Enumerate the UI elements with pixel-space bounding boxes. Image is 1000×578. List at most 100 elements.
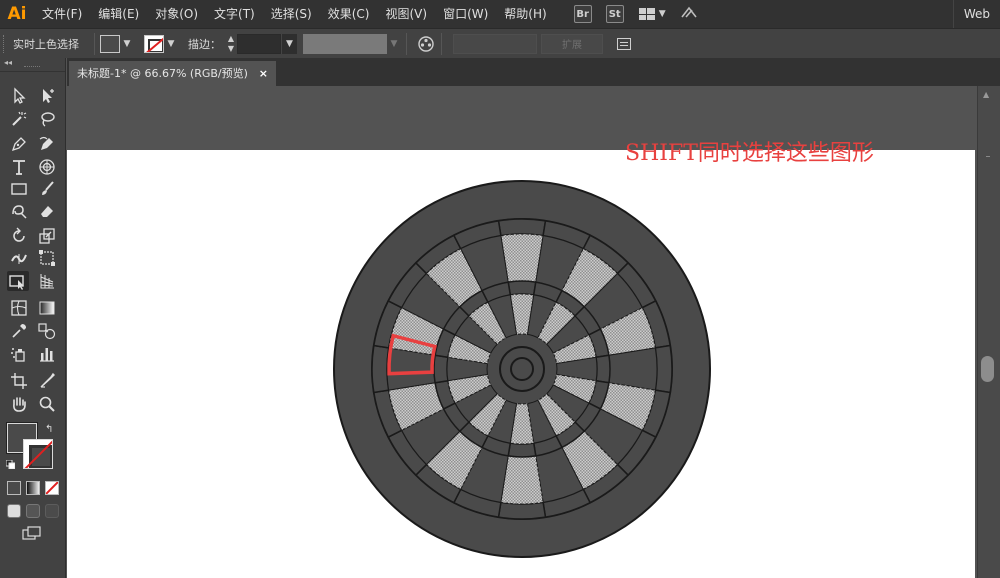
stroke-weight-input[interactable]	[237, 33, 281, 54]
stroke-label: 描边：	[188, 37, 221, 51]
dartboard-group[interactable]	[333, 180, 711, 558]
type-tool-icon[interactable]	[8, 157, 30, 177]
bridge-button[interactable]: Br	[573, 5, 592, 23]
color-mode-row	[7, 481, 59, 495]
selection-tool-icon[interactable]	[8, 86, 30, 106]
paintbrush-tool-icon[interactable]	[36, 179, 58, 199]
scale-tool-icon[interactable]	[36, 226, 58, 246]
tools-panel: ◂◂ ↰	[0, 58, 66, 578]
scrollbar-thumb[interactable]	[981, 356, 994, 382]
double-segment[interactable]	[497, 501, 547, 520]
perspective-grid-tool-icon[interactable]	[36, 271, 58, 291]
gradient-tool-icon[interactable]	[36, 298, 58, 318]
gpu-performance-icon[interactable]	[680, 5, 698, 23]
chevron-down-icon[interactable]: ▼	[164, 35, 178, 53]
scroll-marker	[986, 156, 990, 157]
live-paint-selection-tool-icon[interactable]	[7, 271, 29, 291]
menu-object[interactable]: 对象(O)	[147, 0, 206, 28]
artboard-tool-icon[interactable]	[8, 371, 30, 391]
draw-normal-button[interactable]	[7, 504, 21, 518]
free-transform-tool-icon[interactable]	[36, 248, 58, 268]
double-segment[interactable]	[371, 344, 390, 394]
divider	[94, 32, 95, 55]
fill-swatch[interactable]	[100, 34, 120, 53]
chevron-down-icon[interactable]: ▼	[659, 9, 666, 19]
stroke-weight-stepper[interactable]: ▲ ▼	[225, 34, 237, 54]
triple-segment[interactable]	[595, 354, 611, 384]
double-segment[interactable]	[497, 218, 547, 237]
rectangle-tool-icon[interactable]	[8, 179, 30, 199]
menu-edit[interactable]: 编辑(E)	[90, 0, 147, 28]
eraser-tool-icon[interactable]	[36, 201, 58, 221]
column-graph-tool-icon[interactable]	[36, 344, 58, 364]
chevron-down-icon[interactable]: ▼	[120, 35, 134, 53]
outer-single-segment[interactable]	[608, 347, 658, 391]
menu-file[interactable]: 文件(F)	[34, 0, 90, 28]
draw-behind-button[interactable]	[26, 504, 40, 518]
scroll-up-icon[interactable]: ▲	[983, 90, 989, 99]
menu-select[interactable]: 选择(S)	[263, 0, 320, 28]
chevron-down-icon[interactable]: ▼	[387, 34, 401, 54]
panel-grip[interactable]	[24, 66, 40, 67]
menu-help[interactable]: 帮助(H)	[496, 0, 554, 28]
toolbox-header: ◂◂	[0, 58, 65, 72]
triple-segment[interactable]	[433, 354, 449, 384]
double-segment[interactable]	[654, 344, 673, 394]
close-icon[interactable]: ×	[259, 61, 268, 86]
divider	[406, 32, 407, 55]
zoom-tool-icon[interactable]	[36, 394, 58, 414]
menu-window[interactable]: 窗口(W)	[435, 0, 496, 28]
width-tool-icon[interactable]	[8, 248, 30, 268]
screen-mode-icon[interactable]	[22, 526, 42, 540]
shaper-tool-icon[interactable]	[8, 201, 30, 221]
direct-selection-tool-icon[interactable]	[36, 86, 58, 106]
none-mode-button[interactable]	[45, 481, 59, 495]
canvas-area[interactable]: SHIFT同时选择这些图形	[67, 86, 977, 578]
blend-tool-icon[interactable]	[36, 321, 58, 341]
stock-button[interactable]: St	[605, 5, 624, 23]
menu-effect[interactable]: 效果(C)	[320, 0, 378, 28]
chevron-down-icon[interactable]: ▼	[281, 33, 297, 54]
document-tab[interactable]: 未标题-1* @ 66.67% (RGB/预览) ×	[69, 61, 276, 86]
panel-menu-icon[interactable]	[617, 37, 631, 50]
vertical-scrollbar[interactable]: ▲	[977, 86, 1000, 578]
triple-segment[interactable]	[507, 280, 537, 296]
tool-name-label: 实时上色选择	[13, 37, 79, 51]
pen-tool-icon[interactable]	[8, 134, 30, 154]
recolor-artwork-icon[interactable]	[416, 34, 436, 54]
triple-segment[interactable]	[507, 442, 537, 458]
menu-icon-group: Br St ▼	[567, 5, 698, 23]
workspace-switcher[interactable]: Web	[952, 0, 1000, 28]
swap-fill-stroke-icon[interactable]: ↰	[45, 424, 53, 435]
variable-width-profile[interactable]	[303, 33, 387, 54]
expand-button[interactable]: 扩展	[541, 33, 603, 54]
control-bar: 实时上色选择 ▼ ▼ 描边： ▲ ▼ ▼ ▼ 扩展	[0, 28, 1000, 58]
collapse-icon[interactable]: ◂◂	[4, 58, 12, 67]
stroke-swatch[interactable]	[144, 34, 164, 53]
color-mode-button[interactable]	[7, 481, 21, 495]
draw-inside-button[interactable]	[45, 504, 59, 518]
stroke-color-box[interactable]	[23, 439, 53, 469]
default-colors-icon[interactable]	[6, 460, 15, 469]
panel-grip[interactable]	[3, 34, 7, 53]
document-tab-title: 未标题-1* @ 66.67% (RGB/预览)	[77, 67, 248, 80]
slice-tool-icon[interactable]	[36, 371, 58, 391]
spiral-tool-icon[interactable]	[36, 157, 58, 177]
rotate-tool-icon[interactable]	[8, 226, 30, 246]
divider	[441, 32, 442, 55]
outer-single-segment[interactable]	[386, 347, 436, 391]
lasso-tool-icon[interactable]	[36, 109, 58, 129]
menu-view[interactable]: 视图(V)	[377, 0, 435, 28]
symbol-sprayer-tool-icon[interactable]	[8, 344, 30, 364]
menu-bar: Ai 文件(F) 编辑(E) 对象(O) 文字(T) 选择(S) 效果(C) 视…	[0, 0, 1000, 28]
menu-type[interactable]: 文字(T)	[206, 0, 263, 28]
app-logo: Ai	[7, 4, 27, 24]
magic-wand-tool-icon[interactable]	[8, 109, 30, 129]
hand-tool-icon[interactable]	[8, 394, 30, 414]
mesh-tool-icon[interactable]	[8, 298, 30, 318]
arrange-documents-icon[interactable]	[638, 8, 655, 20]
curvature-tool-icon[interactable]	[36, 134, 58, 154]
bullseye[interactable]	[510, 357, 534, 381]
eyedropper-tool-icon[interactable]	[8, 321, 30, 341]
gradient-mode-button[interactable]	[26, 481, 40, 495]
